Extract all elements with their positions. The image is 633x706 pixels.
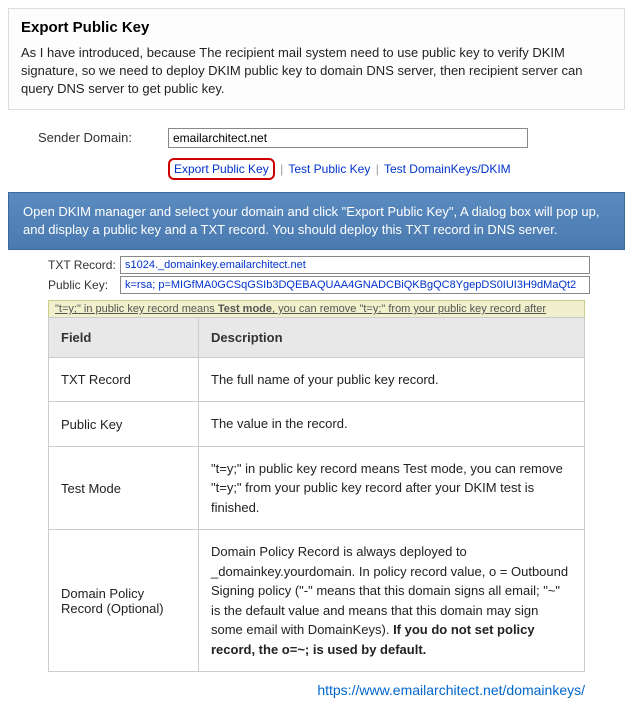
desc-cell: Domain Policy Record is always deployed … bbox=[199, 530, 585, 672]
table-row: TXT Record The full name of your public … bbox=[49, 357, 585, 402]
public-key-row: Public Key: bbox=[48, 276, 625, 294]
col-field: Field bbox=[49, 317, 199, 357]
txt-record-label: TXT Record: bbox=[48, 258, 120, 272]
txt-record-row: TXT Record: bbox=[48, 256, 625, 274]
field-cell: TXT Record bbox=[49, 357, 199, 402]
export-public-key-button[interactable]: Export Public Key bbox=[168, 158, 275, 180]
table-row: Domain Policy Record (Optional) Domain P… bbox=[49, 530, 585, 672]
test-domainkeys-link[interactable]: Test DomainKeys/DKIM bbox=[384, 162, 511, 176]
separator: | bbox=[376, 162, 379, 176]
test-public-key-link[interactable]: Test Public Key bbox=[288, 162, 370, 176]
intro-box: Export Public Key As I have introduced, … bbox=[8, 8, 625, 110]
table-row: Test Mode "t=y;" in public key record me… bbox=[49, 446, 585, 530]
note-pre: "t=y;" in public key record means bbox=[55, 303, 218, 315]
note-bold: Test mode bbox=[218, 303, 272, 315]
sender-domain-input[interactable] bbox=[168, 128, 528, 148]
sender-domain-row: Sender Domain: bbox=[38, 128, 625, 148]
source-url-link[interactable]: https://www.emailarchitect.net/domainkey… bbox=[317, 682, 585, 698]
field-cell: Test Mode bbox=[49, 446, 199, 530]
note-post: , you can remove "t=y;" from your public… bbox=[272, 303, 546, 315]
desc-cell: "t=y;" in public key record means Test m… bbox=[199, 446, 585, 530]
intro-body: As I have introduced, because The recipi… bbox=[21, 44, 612, 99]
public-key-input[interactable] bbox=[120, 276, 590, 294]
fields-table: Field Description TXT Record The full na… bbox=[48, 317, 585, 673]
record-fields: TXT Record: Public Key: bbox=[48, 256, 625, 294]
test-mode-note: "t=y;" in public key record means Test m… bbox=[48, 300, 585, 317]
txt-record-input[interactable] bbox=[120, 256, 590, 274]
instruction-callout: Open DKIM manager and select your domain… bbox=[8, 192, 625, 250]
table-row: Public Key The value in the record. bbox=[49, 402, 585, 447]
field-cell: Domain Policy Record (Optional) bbox=[49, 530, 199, 672]
col-description: Description bbox=[199, 317, 585, 357]
footer-link-row: https://www.emailarchitect.net/domainkey… bbox=[8, 682, 585, 698]
desc-cell: The value in the record. bbox=[199, 402, 585, 447]
intro-title: Export Public Key bbox=[21, 19, 612, 36]
field-cell: Public Key bbox=[49, 402, 199, 447]
desc-cell: The full name of your public key record. bbox=[199, 357, 585, 402]
public-key-label: Public Key: bbox=[48, 278, 120, 292]
separator: | bbox=[280, 162, 283, 176]
sender-domain-label: Sender Domain: bbox=[38, 130, 168, 145]
action-links-row: Export Public Key | Test Public Key | Te… bbox=[168, 158, 625, 180]
